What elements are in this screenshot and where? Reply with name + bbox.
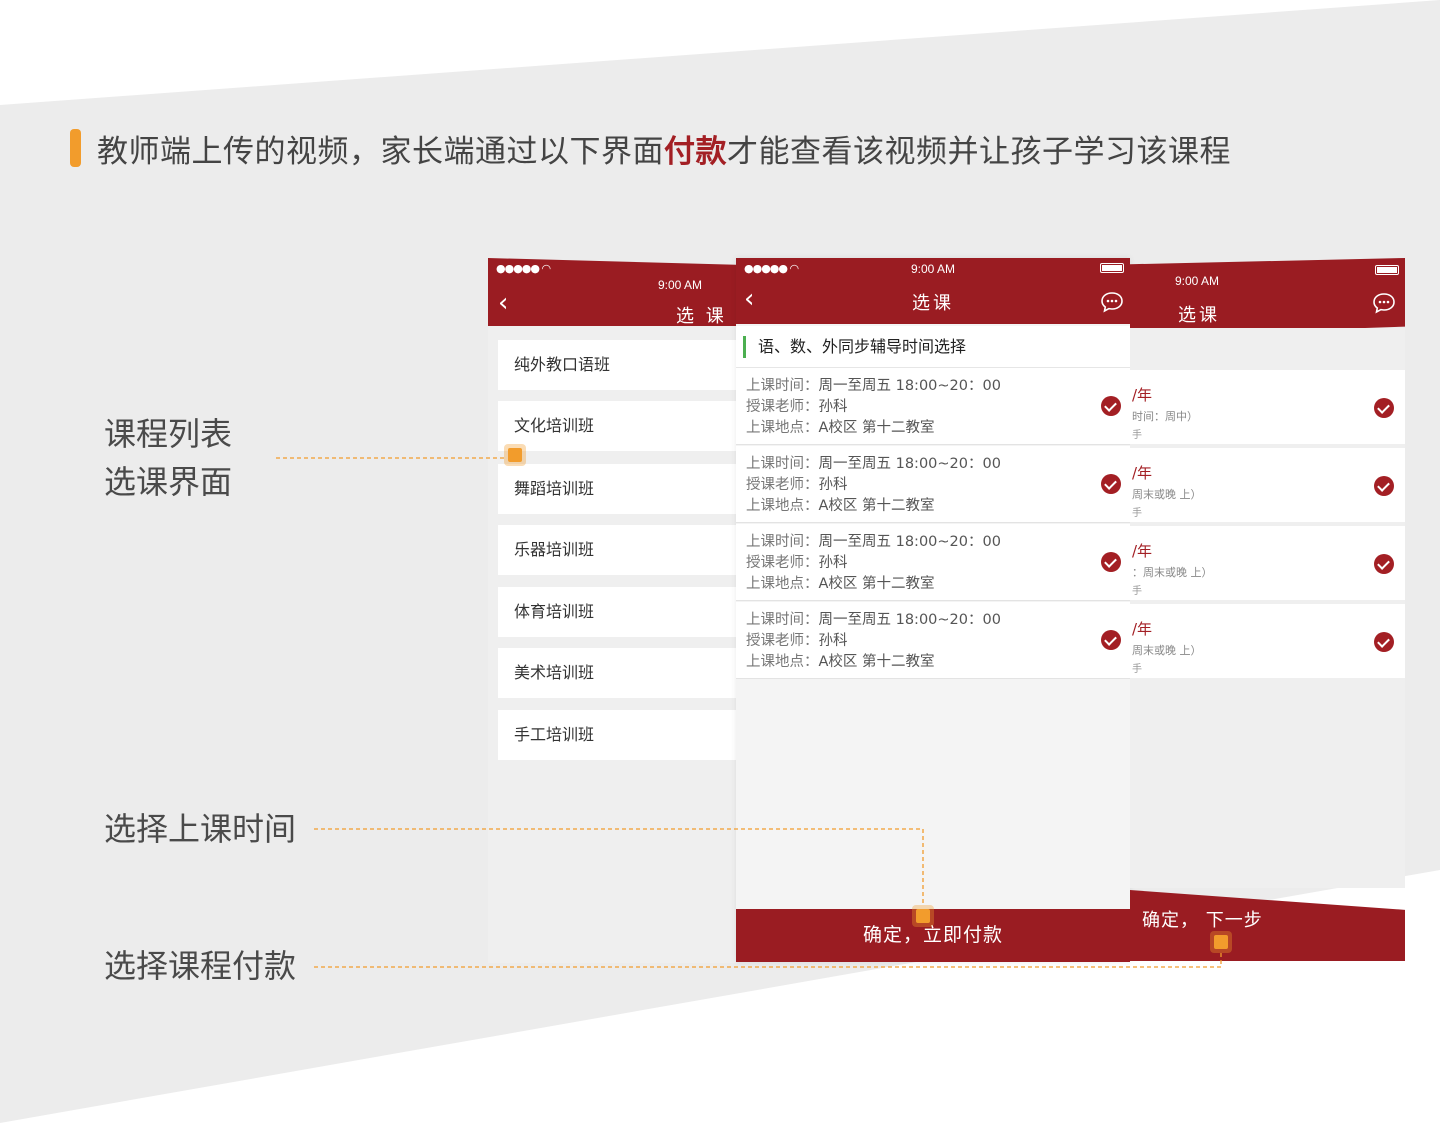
chat-icon[interactable] (1372, 292, 1396, 314)
slot-place-label: 上课地点： (746, 576, 819, 592)
slot-teacher-label: 授课老师： (746, 477, 819, 493)
phone-select-time: ●●●●● ◠ 9:00 AM ‹ 选课 语、数、外同步辅导时间选择 上课时间：… (736, 258, 1130, 962)
check-icon[interactable] (1374, 632, 1394, 652)
battery-icon (1100, 263, 1124, 273)
check-icon[interactable] (1101, 630, 1121, 650)
course-item[interactable]: 纯外教口语班 (498, 340, 736, 390)
course-option-card[interactable]: /年 周末或晚 上） 手 (1130, 604, 1405, 678)
card-sub: 手 (1132, 586, 1142, 597)
heading-suffix: 才能查看该视频并让孩子学习该课程 (727, 133, 1231, 170)
slot-place: A校区 第十二教室 (818, 498, 935, 514)
slot-teacher: 孙科 (818, 633, 848, 649)
time-slot[interactable]: 上课时间：周一至周五 18:00~20：00 授课老师：孙科 上课地点：A校区 … (736, 446, 1130, 523)
slot-teacher-label: 授课老师： (746, 633, 819, 649)
check-icon[interactable] (1374, 476, 1394, 496)
check-icon[interactable] (1374, 554, 1394, 574)
course-item[interactable]: 乐器培训班 (498, 525, 736, 575)
status-bar: ●●●●● ◠ 9:00 AM (736, 258, 1130, 280)
slot-place: A校区 第十二教室 (818, 654, 935, 670)
card-time: ：周末或晚 上） (1132, 566, 1213, 579)
slot-time: 周一至周五 18:00~20：00 (818, 378, 1001, 394)
card-time: 时间：周中） (1132, 410, 1198, 423)
slot-time: 周一至周五 18:00~20：00 (818, 456, 1001, 472)
phone-select-course: 9:00 AM 选课 /年 时间：周中） 手 /年 周末或晚 上） 手 /年 ：… (1130, 258, 1405, 961)
callout-marker (504, 444, 526, 466)
card-sub: 手 (1132, 508, 1142, 519)
nav-title: 选 课 (676, 306, 727, 327)
slot-place: A校区 第十二教室 (818, 420, 935, 436)
course-option-card[interactable]: /年 ：周末或晚 上） 手 (1130, 526, 1405, 600)
page-heading: 教师端上传的视频，家长端通过以下界面付款才能查看该视频并让孩子学习该课程 (70, 126, 1231, 171)
course-item[interactable]: 手工培训班 (498, 710, 736, 760)
slot-place-label: 上课地点： (746, 654, 819, 670)
status-time: 9:00 AM (658, 278, 703, 292)
slot-teacher-label: 授课老师： (746, 555, 819, 571)
check-icon[interactable] (1101, 552, 1121, 572)
battery-icon (1375, 265, 1399, 275)
label-course-list-line2: 选课界面 (104, 463, 233, 501)
time-slot[interactable]: 上课时间：周一至周五 18:00~20：00 授课老师：孙科 上课地点：A校区 … (736, 524, 1130, 601)
slot-place-label: 上课地点： (746, 420, 819, 436)
heading-highlight: 付款 (664, 133, 727, 170)
back-icon[interactable]: ‹ (498, 290, 508, 316)
card-sub: 手 (1132, 430, 1142, 441)
chat-icon[interactable] (1100, 291, 1124, 313)
slot-time-label: 上课时间： (746, 456, 819, 472)
slot-time-label: 上课时间： (746, 378, 819, 394)
signal-icon: ●●●●● ◠ (496, 262, 551, 275)
time-slot[interactable]: 上课时间：周一至周五 18:00~20：00 授课老师：孙科 上课地点：A校区 … (736, 602, 1130, 679)
status-time: 9:00 AM (910, 262, 956, 276)
label-course-list-line1: 课程列表 (104, 415, 233, 453)
heading-text: 教师端上传的视频，家长端通过以下界面付款才能查看该视频并让孩子学习该课程 (97, 126, 1231, 171)
card-time: 周末或晚 上） (1132, 488, 1202, 501)
card-price: /年 (1132, 386, 1153, 404)
card-time: 周末或晚 上） (1132, 644, 1202, 657)
slot-teacher: 孙科 (818, 477, 848, 493)
slot-time-label: 上课时间： (746, 534, 819, 550)
label-select-time: 选择上课时间 (104, 810, 297, 848)
phone-course-list: ●●●●● ◠ 9:00 AM ‹ 选 课 纯外教口语班 文化培训班 舞蹈培训班… (488, 258, 736, 963)
section-title: 语、数、外同步辅导时间选择 (736, 326, 1130, 368)
course-item[interactable]: 美术培训班 (498, 648, 736, 698)
check-icon[interactable] (1374, 398, 1394, 418)
card-price: /年 (1132, 620, 1153, 638)
course-item[interactable]: 体育培训班 (498, 587, 736, 637)
callout-marker (1210, 931, 1232, 953)
slot-time: 周一至周五 18:00~20：00 (818, 612, 1001, 628)
heading-prefix: 教师端上传的视频，家长端通过以下界面 (97, 133, 664, 170)
slot-time-label: 上课时间： (746, 612, 819, 628)
card-sub: 手 (1132, 664, 1142, 675)
next-step-label: 确定， 下一步 (1142, 910, 1263, 931)
slot-teacher-label: 授课老师： (746, 399, 819, 415)
slot-teacher: 孙科 (818, 555, 848, 571)
section-accent-bar (743, 336, 746, 358)
label-course-list: 课程列表 选课界面 (104, 410, 232, 506)
course-item[interactable]: 舞蹈培训班 (498, 464, 736, 514)
course-item[interactable]: 文化培训班 (498, 401, 736, 451)
card-price: /年 (1132, 464, 1153, 482)
slot-time: 周一至周五 18:00~20：00 (818, 534, 1001, 550)
check-icon[interactable] (1101, 396, 1121, 416)
nav-title: 选课 (1178, 305, 1220, 326)
nav-title: 选课 (912, 293, 954, 314)
status-bar: ●●●●● ◠ 9:00 AM (488, 258, 736, 292)
status-bar: 9:00 AM (1130, 258, 1405, 288)
check-icon[interactable] (1101, 474, 1121, 494)
heading-accent-bar (70, 129, 81, 167)
course-option-card[interactable]: /年 周末或晚 上） 手 (1130, 448, 1405, 522)
label-select-pay: 选择课程付款 (104, 947, 297, 985)
status-time: 9:00 AM (1175, 274, 1220, 288)
slot-place: A校区 第十二教室 (818, 576, 935, 592)
section-title-text: 语、数、外同步辅导时间选择 (758, 337, 967, 356)
callout-marker (912, 905, 934, 927)
slot-teacher: 孙科 (818, 399, 848, 415)
slot-place-label: 上课地点： (746, 498, 819, 514)
card-price: /年 (1132, 542, 1153, 560)
course-option-card[interactable]: /年 时间：周中） 手 (1130, 370, 1405, 444)
time-slot[interactable]: 上课时间：周一至周五 18:00~20：00 授课老师：孙科 上课地点：A校区 … (736, 368, 1130, 445)
